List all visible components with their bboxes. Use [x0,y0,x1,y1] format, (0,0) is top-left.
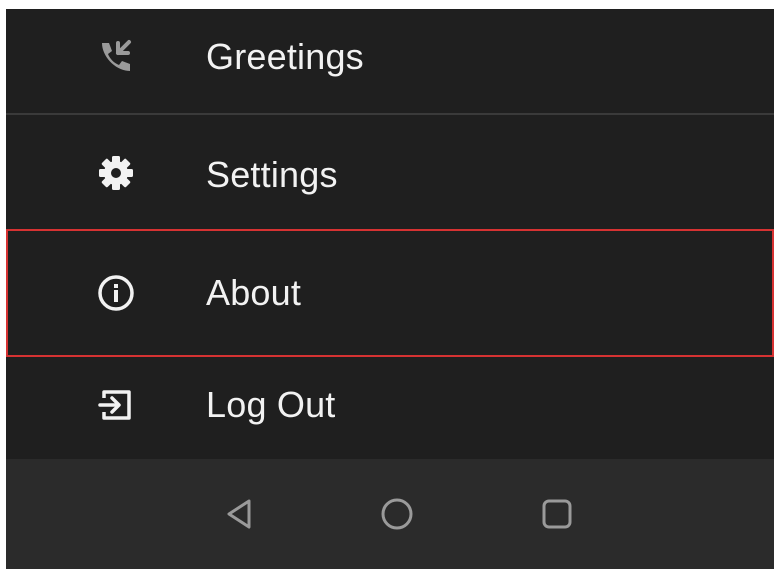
menu-item-log-out[interactable]: Log Out [6,357,774,459]
gear-icon [94,151,138,195]
home-button[interactable] [374,493,420,539]
logout-icon [94,383,138,427]
home-circle-icon [379,496,415,537]
menu-item-label: Settings [206,154,338,195]
menu-item-label: About [206,272,302,313]
navigation-menu: Greetings Settings About Log Out [6,9,774,459]
menu-item-label: Log Out [206,384,336,425]
menu-item-settings[interactable]: Settings [6,115,774,229]
app-screen: Greetings Settings About Log Out [6,9,774,569]
menu-item-about[interactable]: About [6,229,774,357]
info-circle-icon [94,271,138,315]
recents-button[interactable] [534,493,580,539]
menu-item-greetings[interactable]: Greetings [6,9,774,113]
back-triangle-icon [221,496,257,537]
system-navigation-bar [6,459,774,569]
voicemail-phone-icon [94,35,138,79]
menu-item-label: Greetings [206,36,364,77]
back-button[interactable] [216,493,262,539]
recents-square-icon [539,496,575,537]
